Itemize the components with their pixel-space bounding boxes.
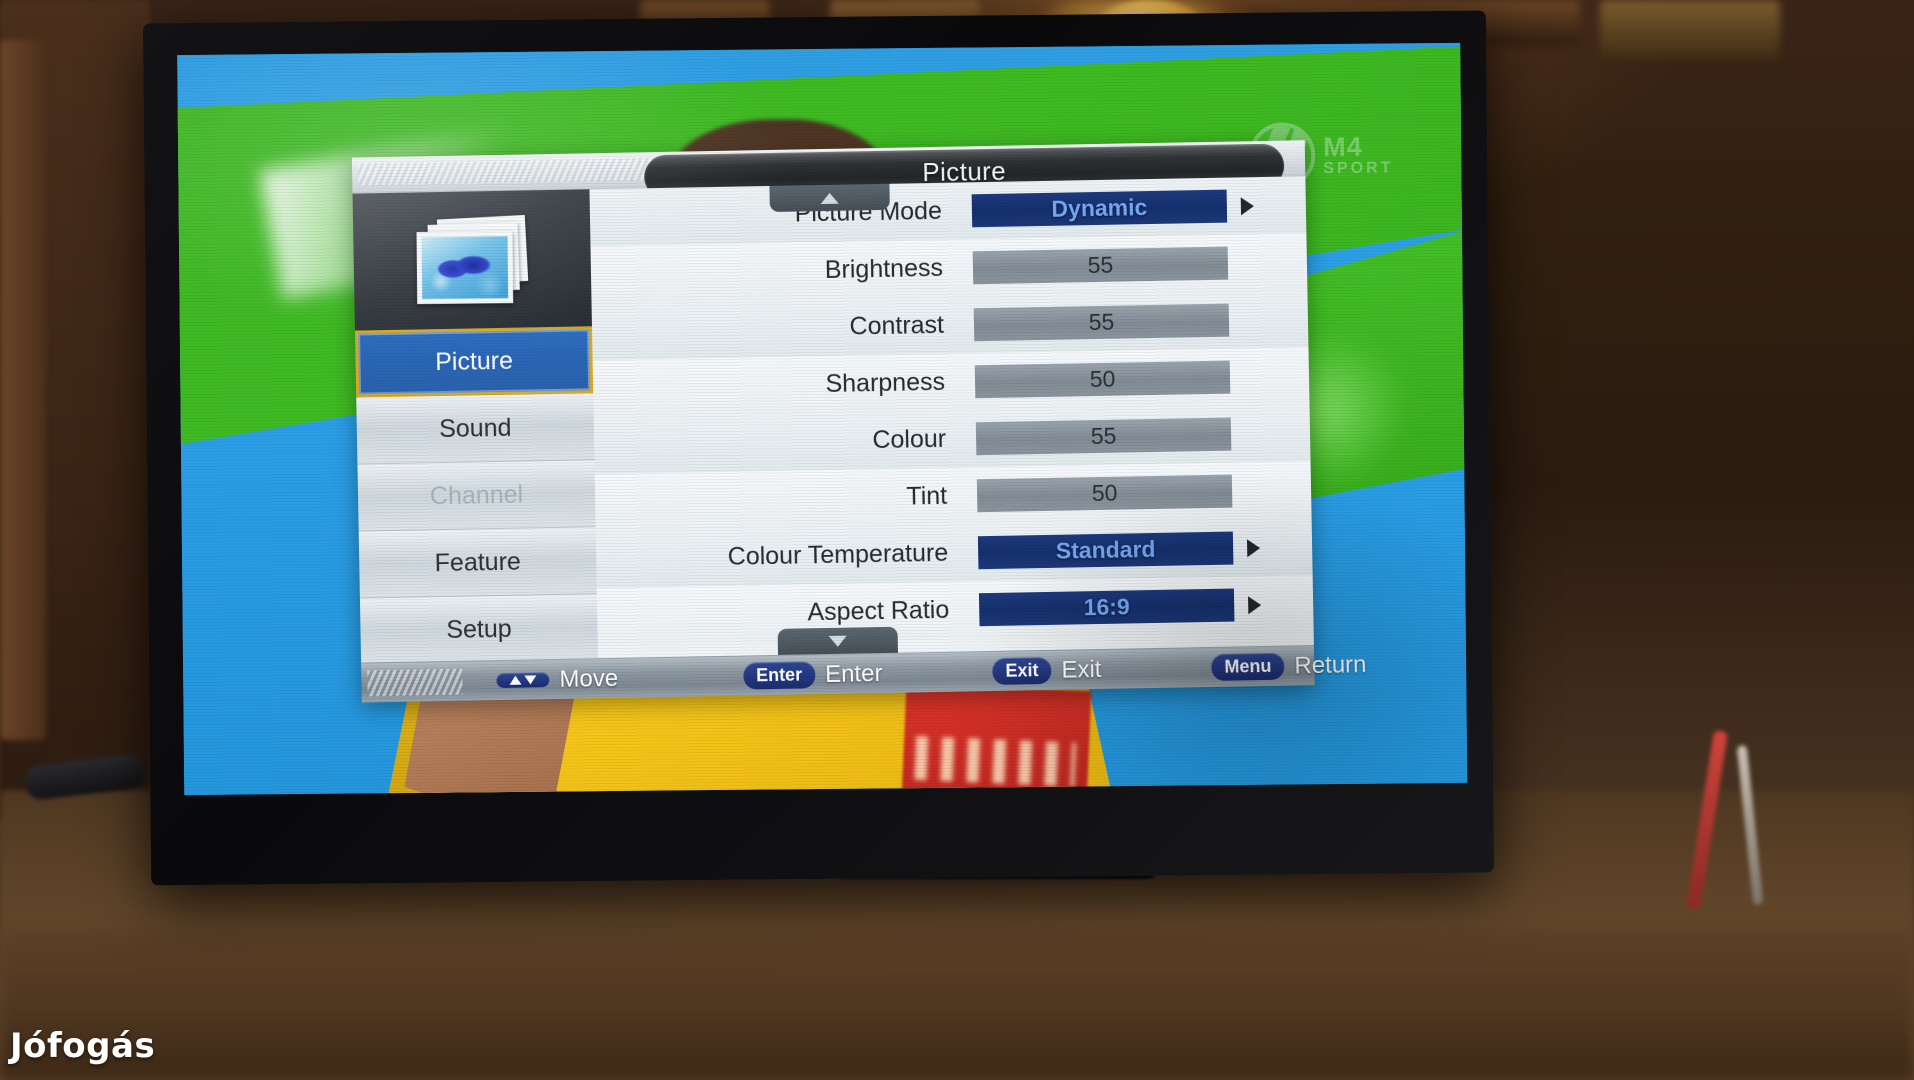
scroll-down-button[interactable] xyxy=(777,626,898,655)
site-watermark: Jófogás xyxy=(10,1026,156,1066)
help-item-exit[interactable]: Exit Exit xyxy=(992,655,1102,685)
option-label: Colour Temperature xyxy=(727,538,949,571)
sidebar-item-setup[interactable]: Setup xyxy=(359,594,599,666)
sidebar-item-feature[interactable]: Feature xyxy=(358,527,597,599)
option-value[interactable]: Dynamic xyxy=(971,189,1228,228)
triangle-down-icon xyxy=(524,675,537,685)
option-value[interactable]: 55 xyxy=(973,303,1230,342)
butterfly-photo xyxy=(421,235,508,299)
key-menu-pill: Menu xyxy=(1211,652,1285,681)
help-action-label: Move xyxy=(559,664,619,693)
help-action-label: Return xyxy=(1294,650,1367,679)
option-value[interactable]: 50 xyxy=(974,360,1231,399)
option-label: Brightness xyxy=(824,253,944,284)
photo-card-front xyxy=(416,230,513,304)
channel-subtitle: SPORT xyxy=(1323,158,1394,177)
rug xyxy=(0,930,1914,1080)
triangle-up-icon xyxy=(509,675,522,685)
channel-watermark-text: M4 SPORT xyxy=(1322,131,1394,177)
sidebar-item-channel: Channel xyxy=(357,460,596,532)
osd-picture-menu: Picture Picture Sound Channel Feature Se… xyxy=(351,140,1367,703)
option-label: Aspect Ratio xyxy=(807,595,950,627)
chevron-right-icon[interactable] xyxy=(1248,595,1262,614)
tv-screen: M4 SPORT Picture Picture Sound Channel F… xyxy=(177,42,1468,796)
channel-name: M4 xyxy=(1322,131,1363,162)
option-value[interactable]: 16:9 xyxy=(978,588,1235,627)
sidebar-item-label: Setup xyxy=(446,614,512,644)
option-label: Colour xyxy=(872,424,947,455)
chevron-right-icon[interactable] xyxy=(1246,538,1261,557)
osd-sidebar: Picture Sound Channel Feature Setup xyxy=(355,326,599,666)
help-item-enter[interactable]: Enter Enter xyxy=(742,659,883,691)
sidebar-item-label: Sound xyxy=(438,413,512,443)
key-enter-pill: Enter xyxy=(742,661,816,690)
key-exit-pill: Exit xyxy=(992,656,1052,685)
door-frame xyxy=(0,40,46,740)
key-updown-pill xyxy=(496,672,550,689)
television-set: M4 SPORT Picture Picture Sound Channel F… xyxy=(142,10,1495,886)
triangle-down-icon xyxy=(828,635,847,647)
option-value[interactable]: 55 xyxy=(975,417,1232,456)
option-label: Sharpness xyxy=(825,367,946,398)
triangle-up-icon xyxy=(820,192,839,204)
option-value[interactable]: 50 xyxy=(976,474,1233,513)
sidebar-item-label: Channel xyxy=(429,480,524,510)
basket xyxy=(1600,0,1780,60)
help-action-label: Exit xyxy=(1061,655,1102,684)
option-label: Tint xyxy=(906,481,948,511)
help-item-return[interactable]: Menu Return xyxy=(1211,651,1367,682)
option-row-aspect-ratio[interactable]: Aspect Ratio 16:9 xyxy=(596,575,1314,646)
sidebar-item-picture[interactable]: Picture xyxy=(355,326,594,398)
chevron-right-icon[interactable] xyxy=(1240,196,1255,215)
help-item-move[interactable]: Move xyxy=(496,664,618,694)
help-action-label: Enter xyxy=(824,659,883,688)
sidebar-item-sound[interactable]: Sound xyxy=(356,393,595,465)
osd-options-list: Picture Mode Dynamic Brightness 55 Contr… xyxy=(589,176,1314,658)
option-label: Contrast xyxy=(849,310,945,341)
sponsor-banner xyxy=(901,683,1092,796)
osd-icon-panel xyxy=(352,189,592,331)
picture-photos-icon xyxy=(415,214,529,304)
sidebar-item-label: Feature xyxy=(434,547,522,577)
option-value[interactable]: 55 xyxy=(972,246,1229,285)
option-value[interactable]: Standard xyxy=(977,531,1234,570)
scroll-up-button[interactable] xyxy=(768,183,890,212)
sidebar-item-label: Picture xyxy=(434,346,514,377)
